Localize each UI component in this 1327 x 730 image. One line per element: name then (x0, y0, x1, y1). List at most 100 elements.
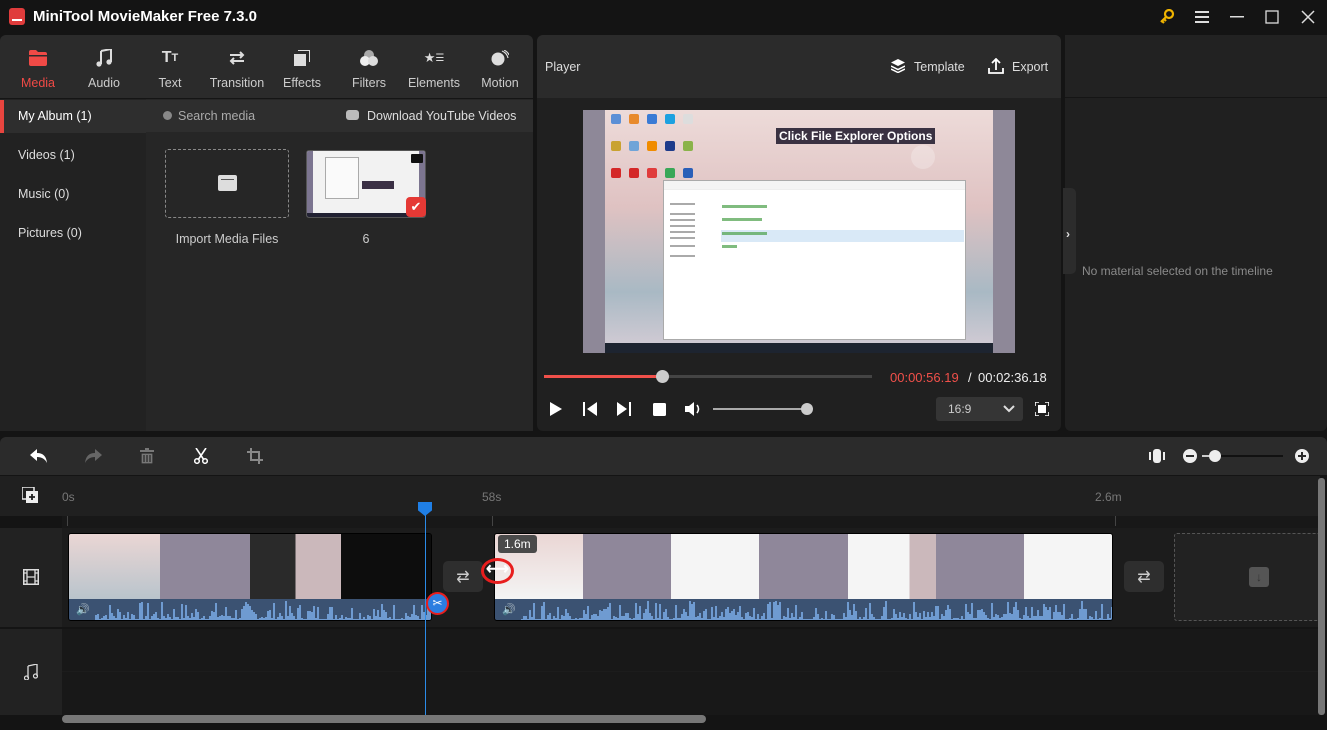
search-media-input[interactable]: Search media (178, 109, 255, 123)
tab-motion[interactable]: Motion (467, 35, 533, 99)
tab-media[interactable]: Media (5, 35, 71, 99)
transition-button[interactable]: ⇄ (1124, 561, 1164, 592)
desktop-icon (611, 114, 621, 124)
ruler-subbar (62, 516, 1320, 528)
hamburger-menu-icon[interactable] (1185, 0, 1219, 33)
vertical-scrollbar[interactable] (1318, 478, 1325, 715)
download-arrow-icon: ↓ (1249, 567, 1269, 587)
album-item-videos[interactable]: Videos (1) (0, 139, 146, 172)
clip-frame (583, 534, 672, 599)
key-icon[interactable] (1150, 0, 1184, 33)
tab-transition[interactable]: Transition (200, 35, 274, 99)
video-preview[interactable] (583, 110, 1015, 353)
thumb-caption (362, 181, 394, 189)
speaker-icon[interactable]: 🔊 (76, 603, 90, 616)
search-icon (163, 111, 172, 120)
timeline-ruler[interactable] (0, 476, 1320, 516)
redo-button[interactable] (83, 446, 103, 466)
star-list-icon: ★ ☰ (423, 50, 445, 65)
cp-row (722, 232, 767, 235)
cp-nav (670, 245, 695, 247)
ruler-label: 0s (62, 490, 75, 504)
cp-nav (670, 219, 695, 221)
volume-slider[interactable] (713, 408, 808, 410)
tab-text[interactable]: TT Text (137, 35, 203, 99)
play-button[interactable] (548, 400, 564, 418)
timeline-zoom-handle[interactable] (1209, 450, 1221, 462)
split-at-playhead-button[interactable]: ✂ (426, 592, 449, 615)
ruler-label: 2.6m (1095, 490, 1122, 504)
audio-waveform (495, 599, 1112, 620)
chevron-down-icon (1003, 402, 1015, 414)
volume-handle[interactable] (801, 403, 813, 415)
total-time: 00:02:36.18 (978, 370, 1047, 385)
delete-button[interactable] (137, 446, 157, 466)
seek-handle[interactable] (656, 370, 670, 383)
player-header (537, 35, 1061, 98)
album-item-my-album[interactable]: My Album (1) (0, 100, 146, 133)
template-button[interactable]: Template (914, 60, 965, 74)
export-button[interactable]: Export (1012, 60, 1048, 74)
crop-icon (247, 448, 263, 464)
audio-waveform (69, 599, 431, 620)
undo-button[interactable] (29, 446, 49, 466)
zoom-out-button[interactable] (1180, 446, 1200, 466)
volume-button[interactable] (684, 400, 704, 418)
speaker-icon[interactable]: 🔊 (502, 603, 516, 616)
clip-frame (159, 534, 250, 599)
clip-frame (1023, 534, 1112, 599)
fullscreen-icon[interactable] (1034, 401, 1050, 417)
crop-button[interactable] (245, 446, 265, 466)
desktop-icon (611, 141, 621, 151)
preview-glow (911, 145, 935, 169)
thumb-border (307, 151, 313, 217)
zoom-in-button[interactable] (1292, 446, 1312, 466)
timeline-clip[interactable]: 🔊 (494, 533, 1113, 621)
export-icon (988, 57, 1004, 74)
tab-elements[interactable]: ★ ☰ Elements (401, 35, 467, 99)
timeline-clip[interactable]: 🔊 (68, 533, 432, 621)
horizontal-scrollbar[interactable] (62, 715, 706, 723)
checkmark-icon[interactable]: ✔ (406, 197, 426, 217)
fit-icon (1149, 449, 1165, 463)
album-item-music[interactable]: Music (0) (0, 178, 146, 211)
minimize-button[interactable] (1220, 0, 1254, 33)
split-button[interactable] (191, 446, 211, 466)
desktop-icon (629, 114, 639, 124)
maximize-button[interactable] (1255, 0, 1289, 33)
cp-row (722, 205, 767, 208)
add-track-icon[interactable] (21, 486, 39, 509)
clip-frame (69, 534, 160, 599)
tab-filters[interactable]: Filters (336, 35, 402, 99)
desktop-icon (629, 168, 639, 178)
time-separator: / (968, 370, 972, 385)
player-title: Player (545, 60, 581, 74)
playhead-line (425, 512, 426, 715)
music-track[interactable] (62, 629, 1320, 715)
resize-handle-icon[interactable]: ⟷ (481, 558, 514, 584)
layers-icon (890, 59, 906, 74)
desktop-icon (683, 114, 693, 124)
transition-button[interactable]: ⇄ (443, 561, 483, 592)
cp-nav (670, 213, 695, 215)
music-note-icon (96, 48, 112, 68)
app-window: MiniTool MovieMaker Free 7.3.0 Media Aud… (0, 0, 1327, 730)
cp-nav (670, 203, 695, 205)
desktop-icon (647, 168, 657, 178)
preview-taskbar (605, 343, 993, 353)
tab-effects[interactable]: Effects (269, 35, 335, 99)
close-button[interactable] (1291, 0, 1325, 33)
stop-button[interactable] (651, 400, 667, 418)
album-item-pictures[interactable]: Pictures (0) (0, 217, 146, 250)
circles-icon (360, 48, 378, 68)
download-youtube-button[interactable]: Download YouTube Videos (367, 109, 516, 123)
clip-frame (759, 534, 848, 599)
clip-frames (69, 534, 431, 599)
cp-row (722, 245, 737, 248)
next-frame-button[interactable] (616, 400, 632, 418)
fit-timeline-button[interactable] (1147, 446, 1167, 466)
drop-zone[interactable] (1174, 533, 1320, 621)
previous-frame-button[interactable] (582, 400, 598, 418)
tab-audio[interactable]: Audio (71, 35, 137, 99)
layers-icon (294, 48, 310, 68)
